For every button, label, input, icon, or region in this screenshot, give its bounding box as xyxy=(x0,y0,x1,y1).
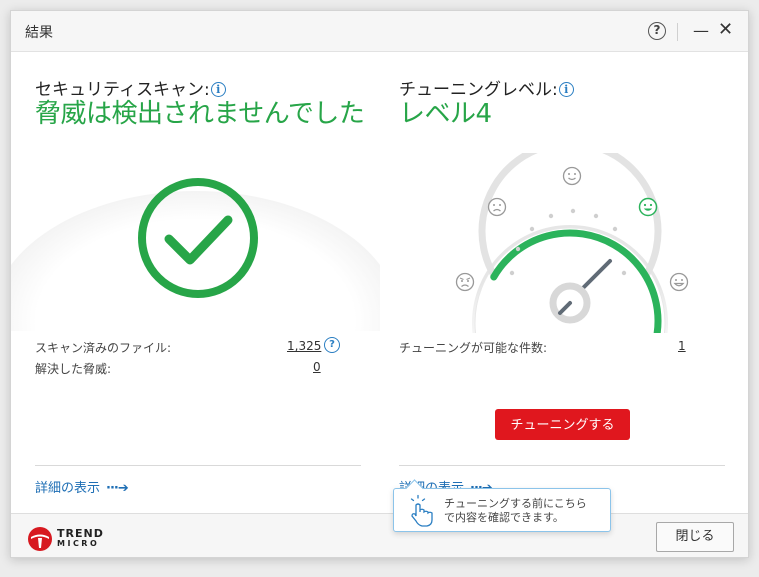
results-window: 結果 ? — ✕ セキュリティスキャン: i 脅威は検出されませんでした スキャン… xyxy=(10,10,749,558)
scan-details-link[interactable]: 詳細の表示 ···➔ xyxy=(35,477,129,496)
close-icon[interactable]: ✕ xyxy=(718,21,733,39)
brand-line2: MICRO xyxy=(57,539,100,548)
tuning-level-text: レベル4 xyxy=(399,99,492,129)
titlebar-separator xyxy=(677,23,678,41)
tooltip-line2: で内容を確認できます。 xyxy=(444,511,564,524)
window-title: 結果 xyxy=(25,25,53,41)
scan-divider xyxy=(35,465,361,466)
happy-face-icon-active xyxy=(638,197,658,217)
scan-heading-text: セキュリティスキャン: xyxy=(35,80,210,100)
question-icon[interactable]: ? xyxy=(324,337,340,353)
scan-details-label: 詳細の表示 xyxy=(35,481,101,496)
tuning-available-label: チューニングが可能な件数: xyxy=(399,341,548,355)
title-bar: 結果 ? — ✕ xyxy=(11,11,748,52)
tuning-heading-text: チューニングレベル: xyxy=(399,80,558,100)
tune-button[interactable]: チューニングする xyxy=(495,409,630,440)
pointing-hand-icon xyxy=(410,494,433,527)
close-button[interactable]: 閉じる xyxy=(656,522,734,552)
scan-heading: セキュリティスキャン: i xyxy=(35,75,226,100)
minimize-button[interactable]: — xyxy=(693,23,709,39)
tooltip-text: チューニングする前にこちら で内容を確認できます。 xyxy=(444,497,587,525)
resolved-threats-value[interactable]: 0 xyxy=(313,360,321,374)
security-scan-panel: セキュリティスキャン: i 脅威は検出されませんでした スキャン済みのファイル: … xyxy=(11,51,380,496)
scanned-files-label: スキャン済みのファイル: xyxy=(35,341,172,355)
footer-bar: TREND MICRO 閉じる xyxy=(11,513,748,557)
help-icon[interactable]: ? xyxy=(648,22,666,40)
tuning-level-panel: チューニングレベル: i レベル4 チューニングが可能な件数: 1 チューニング… xyxy=(380,51,748,496)
grin-face-icon xyxy=(669,272,689,292)
tuning-available-value[interactable]: 1 xyxy=(678,339,686,353)
tooltip-line1: チューニングする前にこちら xyxy=(444,497,587,510)
info-icon[interactable]: i xyxy=(558,82,574,97)
sad-face-icon xyxy=(487,197,507,217)
tuning-divider xyxy=(399,465,725,466)
smile-face-icon xyxy=(562,166,582,186)
resolved-threats-label: 解決した脅威: xyxy=(35,362,112,376)
angry-face-icon xyxy=(455,272,475,292)
arrow-right-icon: ···➔ xyxy=(106,481,129,496)
tuning-tooltip: チューニングする前にこちら で内容を確認できます。 xyxy=(393,488,611,532)
checkmark-circle-icon xyxy=(136,176,260,300)
trend-micro-logo-icon xyxy=(28,527,52,551)
scan-result-text: 脅威は検出されませんでした xyxy=(35,99,365,129)
trend-micro-logo: TREND MICRO xyxy=(27,526,107,551)
tuning-heading: チューニングレベル: i xyxy=(399,75,574,100)
scanned-files-value[interactable]: 1,325 xyxy=(287,339,321,353)
info-icon[interactable]: i xyxy=(210,82,226,97)
